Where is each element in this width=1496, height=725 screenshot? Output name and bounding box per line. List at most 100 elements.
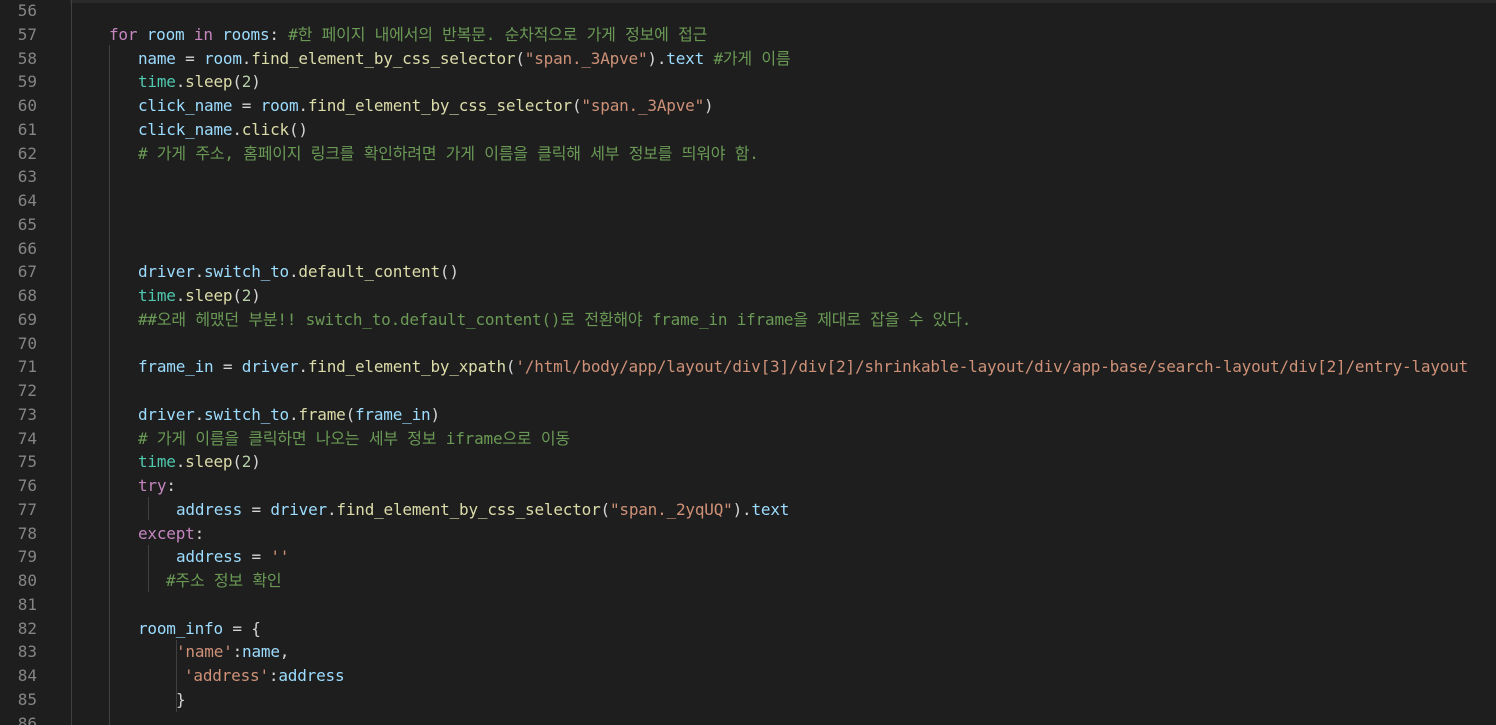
code-text: driver.switch_to.frame(frame_in) [138, 403, 440, 427]
code-token: = [242, 499, 271, 519]
code-text: room_info = { [138, 617, 261, 641]
code-token: click_name [138, 96, 233, 115]
code-token: ). [732, 499, 752, 519]
code-line[interactable]: 71 frame_in = driver.find_element_by_xpat… [0, 355, 1496, 379]
code-token: . [232, 119, 242, 139]
code-token: 'name' [176, 642, 233, 662]
code-token: #한 페이지 내에서의 반복문. 순차적으로 가게 정보에 접근 [288, 24, 708, 44]
code-line[interactable]: 56 [0, 0, 1496, 23]
code-token: = { [222, 618, 261, 638]
code-editor[interactable]: 56 57 for room in rooms: #한 페이지 내에서의 반복문. … [0, 0, 1496, 725]
line-number: 71 [17, 357, 37, 377]
code-token: driver [138, 404, 195, 424]
line-number: 74 [17, 428, 37, 448]
code-line[interactable]: 81 [0, 593, 1496, 617]
code-token: . [298, 96, 308, 115]
code-line[interactable]: 62 # 가게 주소, 홈페이지 링크를 확인하려면 가게 이름을 클릭해 세부 … [0, 142, 1496, 166]
code-line[interactable]: 79 address = '' [0, 545, 1496, 569]
line-number: 83 [17, 642, 37, 662]
code-token: switch_to [204, 404, 289, 424]
code-token: = [232, 96, 261, 115]
code-text: for room in rooms: #한 페이지 내에서의 반복문. 순차적으… [109, 23, 707, 47]
code-line[interactable]: 64 [0, 189, 1496, 213]
code-token: ( [232, 72, 242, 92]
line-number: 62 [17, 143, 37, 163]
line-number: 64 [17, 191, 37, 210]
code-line[interactable]: 72 [0, 379, 1496, 403]
code-token: . [241, 48, 252, 68]
code-text: address = '' [176, 545, 289, 569]
code-line[interactable]: 75 time.sleep(2) [0, 450, 1496, 474]
code-text: driver.switch_to.default_content() [138, 260, 459, 284]
code-token: rooms [222, 24, 270, 44]
code-token: "span._3Apve" [524, 48, 648, 68]
code-token: sleep [185, 72, 233, 92]
line-number: 67 [17, 262, 37, 282]
code-text: time.sleep(2) [138, 284, 261, 308]
code-line[interactable]: 86 [0, 712, 1496, 725]
code-token: ( [515, 48, 525, 68]
code-text: address = driver.find_element_by_css_sel… [176, 498, 789, 522]
code-token: driver [241, 357, 299, 377]
code-line[interactable]: 76 try: [0, 474, 1496, 498]
code-token: . [288, 404, 299, 424]
code-token: () [288, 119, 308, 139]
code-line[interactable]: 60 click_name = room.find_element_by_css_… [0, 94, 1496, 118]
code-line[interactable]: 65 [0, 213, 1496, 237]
code-line[interactable]: 70 [0, 332, 1496, 356]
code-token: text [751, 499, 790, 519]
code-token: sleep [185, 452, 233, 472]
code-token: room [204, 48, 242, 68]
code-token: ( [505, 357, 516, 377]
code-token: = [242, 547, 271, 567]
code-token: : [166, 476, 176, 495]
code-token: text [666, 48, 705, 68]
code-line[interactable]: 77 address = driver.find_element_by_css_s… [0, 498, 1496, 522]
code-line[interactable]: 69 ##오래 헤맸던 부분!! switch_to.default_conten… [0, 308, 1496, 332]
line-number: 79 [17, 547, 37, 567]
code-token: ( [232, 452, 242, 472]
code-token: name [138, 48, 176, 68]
code-token: ) [430, 404, 440, 424]
code-token: . [298, 357, 308, 377]
code-line[interactable]: 83 'name':name, [0, 640, 1496, 664]
code-line[interactable]: 67 driver.switch_to.default_content() [0, 260, 1496, 284]
code-line[interactable]: 66 [0, 237, 1496, 261]
code-line[interactable]: 73 driver.switch_to.frame(frame_in) [0, 403, 1496, 427]
code-token: ( [232, 286, 242, 305]
line-number: 59 [17, 72, 37, 92]
code-line[interactable]: 59 time.sleep(2) [0, 70, 1496, 94]
code-token: driver [270, 499, 327, 519]
code-token: address [176, 547, 243, 567]
code-token: '' [270, 547, 290, 567]
code-token: find_element_by_css_selector [336, 499, 601, 519]
code-token: } [176, 689, 186, 709]
line-number: 63 [17, 167, 37, 187]
code-token: . [194, 404, 205, 424]
code-line[interactable]: 85} [0, 688, 1496, 712]
code-text: } [176, 688, 186, 712]
code-token: 2 [241, 72, 252, 92]
code-token: room_info [138, 618, 223, 638]
code-token: ( [345, 404, 356, 424]
code-line[interactable]: 61 click_name.click() [0, 118, 1496, 142]
code-line[interactable]: 78 except: [0, 522, 1496, 546]
code-line[interactable]: 74 # 가게 이름을 클릭하면 나오는 세부 정보 iframe으로 이동 [0, 427, 1496, 451]
indent-guide [71, 0, 72, 725]
code-token: ) [251, 286, 261, 305]
line-number: 76 [17, 476, 37, 495]
code-token: in [193, 24, 213, 44]
code-line[interactable]: 63 [0, 165, 1496, 189]
code-line[interactable]: 58 name = room.find_element_by_css_select… [0, 47, 1496, 71]
code-token: frame_in [355, 404, 431, 424]
code-token: click_name [138, 119, 233, 139]
code-token: 2 [241, 452, 252, 472]
code-line[interactable]: 57 for room in rooms: #한 페이지 내에서의 반복문. 순차… [0, 23, 1496, 47]
code-line[interactable]: 82 room_info = { [0, 617, 1496, 641]
code-line[interactable]: 80 #주소 정보 확인 [0, 569, 1496, 593]
code-line[interactable]: 68 time.sleep(2) [0, 284, 1496, 308]
code-token: . [175, 452, 186, 472]
line-number: 69 [17, 309, 37, 329]
code-line[interactable]: 84 'address':address [0, 664, 1496, 688]
code-token: find_element_by_xpath [307, 357, 506, 377]
